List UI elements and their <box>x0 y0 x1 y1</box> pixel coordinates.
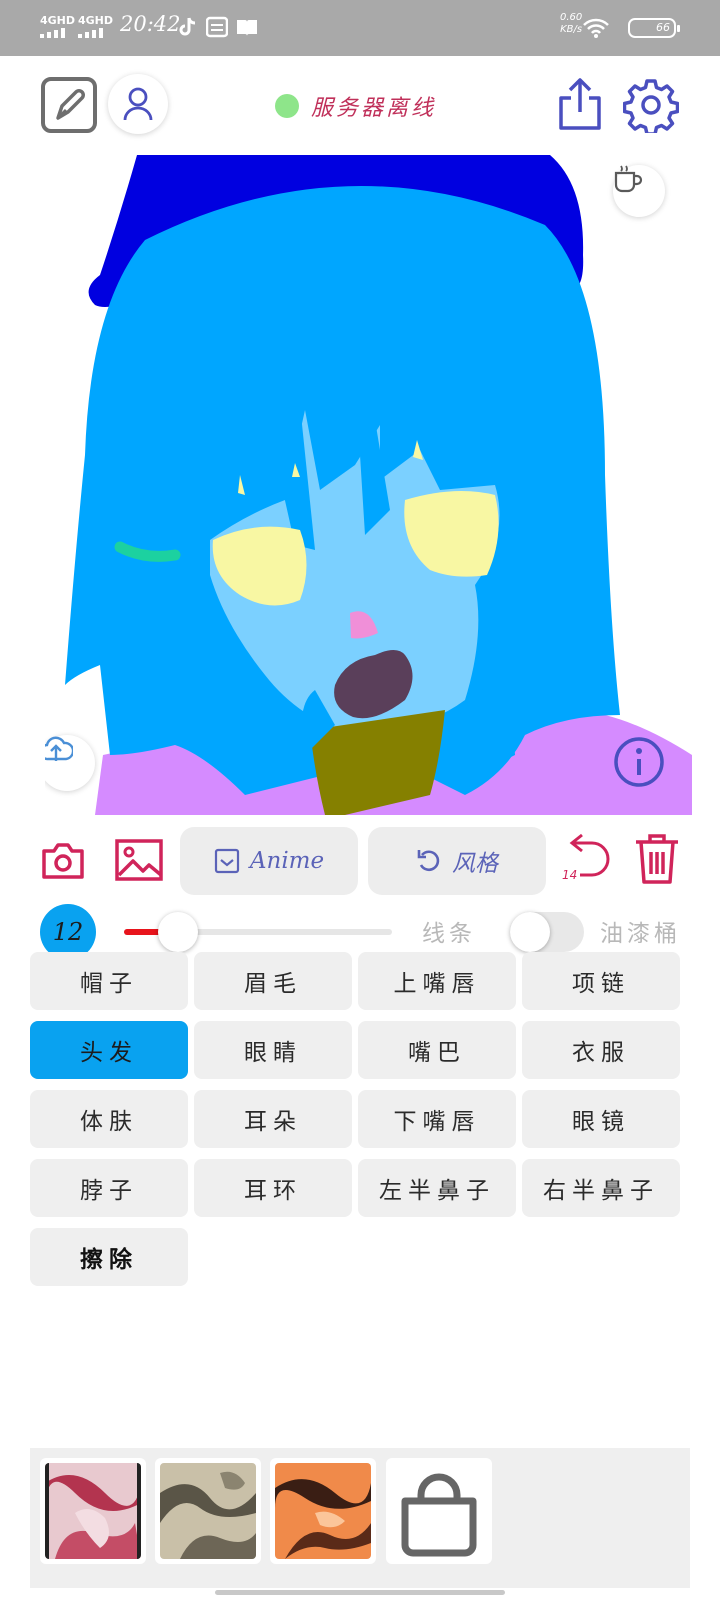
part-button[interactable]: 衣服 <box>522 1021 680 1079</box>
anime-label: Anime <box>249 848 325 874</box>
style-thumb-image <box>160 1463 256 1559</box>
anime-button[interactable]: Anime <box>180 827 358 895</box>
part-button[interactable]: 眼睛 <box>194 1021 352 1079</box>
part-button[interactable]: 眉毛 <box>194 952 352 1010</box>
shop-button[interactable] <box>386 1458 492 1564</box>
gear-icon <box>623 79 679 133</box>
network-label-2: 4GHD <box>78 14 114 27</box>
style-label: 风格 <box>452 851 498 877</box>
battery-indicator: 66 <box>628 18 680 38</box>
style-button[interactable]: 风格 <box>368 827 546 895</box>
server-status: 服务器离线 <box>275 90 436 122</box>
part-button[interactable]: 下嘴唇 <box>358 1090 516 1148</box>
user-icon <box>123 87 153 121</box>
part-button[interactable]: 帽子 <box>30 952 188 1010</box>
style-thumb-image <box>45 1463 141 1559</box>
slider-thumb[interactable] <box>158 912 198 952</box>
server-status-dot <box>275 94 299 118</box>
part-button[interactable]: 项链 <box>522 952 680 1010</box>
trash-icon <box>636 834 678 884</box>
part-button[interactable]: 上嘴唇 <box>358 952 516 1010</box>
part-button[interactable]: 体肤 <box>30 1090 188 1148</box>
speed-value: 0.60 <box>560 12 583 23</box>
network-indicator-1: 4GHD <box>40 14 75 38</box>
wifi-icon <box>583 18 609 38</box>
edit-button[interactable] <box>40 76 98 134</box>
info-icon <box>614 737 664 787</box>
image-icon <box>115 839 163 881</box>
style-thumb-sepia[interactable] <box>155 1458 261 1564</box>
camera-button[interactable] <box>40 838 86 884</box>
camera-icon <box>42 843 84 879</box>
toggle-knob <box>510 912 550 952</box>
checkbox-icon <box>214 848 239 874</box>
share-button[interactable] <box>555 76 605 132</box>
info-button[interactable] <box>612 735 668 791</box>
style-strip <box>30 1448 690 1588</box>
refresh-icon <box>417 850 440 872</box>
speed-unit: KB/s <box>560 24 583 35</box>
signal-bars-icon <box>78 28 103 38</box>
cloud-upload-icon <box>45 736 73 761</box>
part-button[interactable]: 头发 <box>30 1021 188 1079</box>
part-button[interactable]: 右半鼻子 <box>522 1159 680 1217</box>
gallery-button[interactable] <box>114 836 164 884</box>
style-thumb-image <box>275 1463 371 1559</box>
server-status-text: 服务器离线 <box>311 96 437 121</box>
drawing-artwork <box>65 155 692 815</box>
brush-size-slider[interactable] <box>124 912 392 952</box>
line-mode-label: 线条 <box>422 921 476 947</box>
shopping-bag-icon <box>401 1473 477 1557</box>
part-button[interactable]: 耳环 <box>194 1159 352 1217</box>
network-speed: 0.60 KB/s <box>560 12 582 36</box>
drawing-canvas[interactable] <box>45 155 692 815</box>
part-button[interactable]: 擦除 <box>30 1228 188 1286</box>
undo-count: 14 <box>562 868 578 882</box>
share-icon <box>559 78 601 130</box>
clock: 20:42 <box>120 12 181 36</box>
part-button[interactable]: 耳朵 <box>194 1090 352 1148</box>
book-icon <box>237 20 257 36</box>
fill-mode-label: 油漆桶 <box>600 921 681 947</box>
tiktok-icon <box>179 17 196 36</box>
network-label-1: 4GHD <box>40 14 76 27</box>
style-thumb-pink[interactable] <box>40 1458 146 1564</box>
signal-bars-icon <box>40 28 65 38</box>
part-button[interactable]: 眼镜 <box>522 1090 680 1148</box>
part-button[interactable]: 左半鼻子 <box>358 1159 516 1217</box>
profile-button[interactable] <box>108 74 168 134</box>
part-button[interactable]: 脖子 <box>30 1159 188 1217</box>
coffee-cup-icon <box>614 165 643 193</box>
settings-button[interactable] <box>622 76 680 134</box>
network-indicator-2: 4GHD <box>78 14 113 38</box>
fill-mode-toggle[interactable] <box>510 912 584 952</box>
coffee-button[interactable] <box>613 165 665 217</box>
part-button[interactable]: 嘴巴 <box>358 1021 516 1079</box>
message-icon <box>206 16 228 38</box>
delete-button[interactable] <box>632 832 682 886</box>
status-bar: 4GHD 4GHD 20:42 0.60 KB/s 66 <box>0 0 720 56</box>
style-thumb-orange[interactable] <box>270 1458 376 1564</box>
edit-pencil-icon <box>41 77 97 133</box>
home-indicator[interactable] <box>215 1590 505 1595</box>
